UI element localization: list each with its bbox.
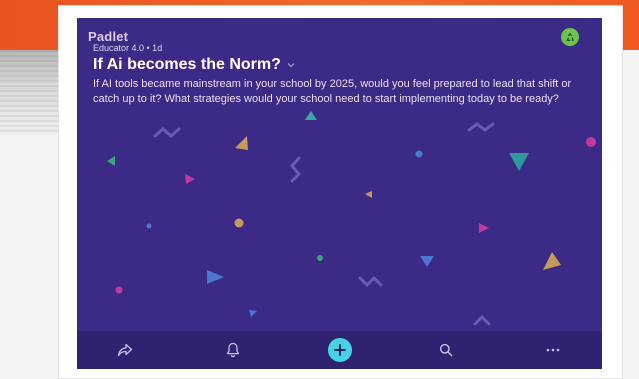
share-button[interactable]	[105, 331, 145, 369]
chevron-down-icon[interactable]	[287, 61, 295, 69]
deco-triangle	[235, 136, 248, 150]
deco-zigzag	[467, 122, 495, 132]
page-side-background	[0, 50, 60, 135]
deco-zigzag	[153, 127, 181, 138]
padlet-board[interactable]: Padlet Educator 4.0 • 1d If Ai becomes t…	[77, 18, 602, 369]
deco-triangle	[207, 270, 224, 284]
more-options-button[interactable]	[533, 331, 573, 369]
bottom-toolbar	[77, 331, 602, 369]
deco-triangle	[479, 223, 489, 233]
deco-triangle	[107, 156, 115, 166]
deco-triangle	[249, 310, 257, 317]
post-meta: Educator 4.0 • 1d	[93, 43, 163, 53]
deco-dot	[317, 255, 323, 261]
board-description: If AI tools became mainstream in your sc…	[93, 78, 572, 105]
deco-zigzag	[473, 314, 491, 326]
deco-dot	[115, 286, 123, 294]
padlet-logo[interactable]: Padlet	[88, 29, 128, 44]
user-avatar[interactable]	[561, 28, 579, 46]
deco-dot	[234, 218, 244, 228]
deco-dot	[586, 137, 596, 147]
notifications-button[interactable]	[213, 331, 253, 369]
recycle-icon	[566, 32, 574, 41]
deco-zigzag	[290, 156, 302, 183]
deco-triangle	[185, 174, 195, 184]
board-title[interactable]: If Ai becomes the Norm?	[93, 56, 281, 74]
deco-triangle	[305, 111, 317, 120]
deco-triangle	[543, 252, 561, 270]
deco-triangle	[509, 153, 529, 171]
deco-zigzag	[358, 275, 383, 288]
bell-icon	[226, 342, 240, 358]
deco-dot	[415, 150, 423, 158]
deco-triangle	[420, 256, 434, 267]
search-icon	[439, 343, 453, 357]
deco-triangle	[365, 191, 372, 198]
board-title-row[interactable]: If Ai becomes the Norm?	[93, 56, 295, 74]
plus-icon	[334, 344, 346, 356]
add-post-button[interactable]	[328, 338, 352, 362]
share-icon	[117, 343, 133, 357]
search-button[interactable]	[426, 331, 466, 369]
more-icon	[546, 348, 560, 352]
deco-dot	[146, 223, 152, 229]
